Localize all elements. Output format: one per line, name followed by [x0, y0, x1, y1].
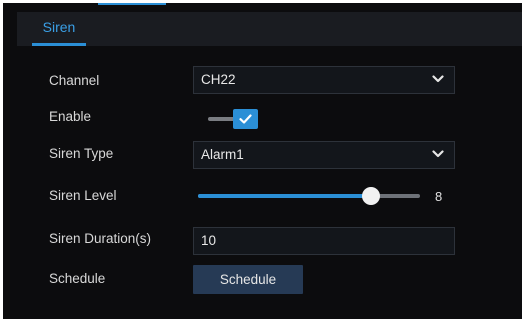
- channel-select[interactable]: CH22: [193, 66, 455, 94]
- toggle-knob: [233, 109, 258, 129]
- siren-type-label: Siren Type: [49, 146, 114, 161]
- channel-select-value: CH22: [201, 72, 236, 87]
- siren-level-slider[interactable]: [198, 186, 420, 206]
- top-menu-indicator: [98, 3, 166, 5]
- schedule-button[interactable]: Schedule: [193, 265, 303, 294]
- check-icon: [239, 114, 252, 124]
- tab-siren[interactable]: Siren: [32, 12, 86, 46]
- slider-thumb[interactable]: [362, 187, 381, 205]
- tab-bar: Siren: [17, 12, 522, 46]
- channel-label: Channel: [49, 73, 100, 88]
- siren-type-select-value: Alarm1: [201, 147, 244, 162]
- siren-level-value: 8: [435, 189, 443, 204]
- siren-duration-label: Siren Duration(s): [49, 231, 152, 246]
- siren-level-label: Siren Level: [49, 188, 117, 203]
- siren-duration-input[interactable]: 10: [193, 227, 455, 255]
- siren-settings-panel: Siren Channel CH22 Enable Siren Type Ala…: [3, 3, 522, 319]
- slider-fill: [198, 194, 372, 198]
- enable-label: Enable: [49, 109, 92, 124]
- chevron-down-icon: [432, 150, 444, 158]
- enable-toggle[interactable]: [208, 109, 262, 129]
- chevron-down-icon: [432, 75, 444, 83]
- schedule-label: Schedule: [49, 271, 106, 286]
- siren-type-select[interactable]: Alarm1: [193, 141, 455, 169]
